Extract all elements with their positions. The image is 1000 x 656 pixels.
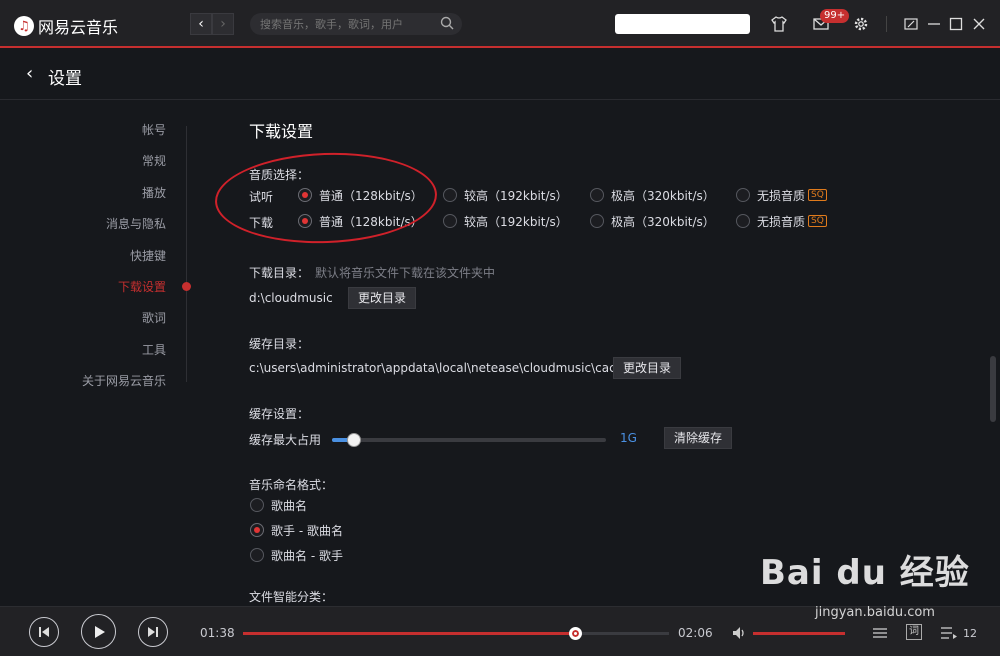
sq-badge: SQ <box>808 189 827 201</box>
settings-sidebar: 帐号 常规 播放 消息与隐私 快捷键 下载设置 歌词 工具 关于网易云音乐 <box>0 100 200 600</box>
cache-dir-value: c:\users\administrator\appdata\local\net… <box>249 361 631 375</box>
download-dir-hint: 默认将音乐文件下载在该文件夹中 <box>315 266 496 280</box>
settings-header: ‹ 设置 <box>0 50 1000 100</box>
active-indicator-dot <box>182 282 191 291</box>
cache-settings-label: 缓存设置： <box>249 407 310 421</box>
naming-radio-song[interactable] <box>250 498 264 512</box>
play-button[interactable] <box>81 614 116 649</box>
sidebar-item-shortcuts[interactable]: 快捷键 <box>130 247 166 264</box>
title-bar: ♫ 网易云音乐 ‹ › 99+ <box>0 0 1000 48</box>
back-arrow-icon[interactable]: ‹ <box>190 13 212 35</box>
page-title: 设置 <box>48 69 82 89</box>
player-bar: 01:38 02:06 词 12 <box>0 606 1000 656</box>
naming-radio-song-artist[interactable] <box>250 548 264 562</box>
quality-label: 音质选择： <box>249 168 310 182</box>
naming-option-label: 歌曲名 - 歌手 <box>271 549 343 563</box>
volume-icon[interactable] <box>731 625 747 641</box>
progress-handle[interactable] <box>569 627 583 640</box>
user-name-redacted[interactable] <box>615 14 750 34</box>
change-download-dir-button[interactable]: 更改目录 <box>348 287 417 309</box>
sidebar-track <box>186 126 187 382</box>
previous-track-button[interactable] <box>29 617 59 647</box>
history-nav: ‹ › <box>190 13 234 35</box>
next-icon <box>148 627 158 637</box>
download-option-label: 较高（192kbit/s） <box>464 215 568 229</box>
play-mode-list-icon[interactable] <box>872 626 888 640</box>
sq-badge: SQ <box>808 215 827 227</box>
sidebar-item-tools[interactable]: 工具 <box>142 341 166 358</box>
sidebar-item-privacy[interactable]: 消息与隐私 <box>106 215 166 232</box>
listen-label: 试听 <box>249 190 274 204</box>
volume-fill <box>753 632 845 635</box>
minimize-icon[interactable] <box>925 15 943 33</box>
previous-icon <box>39 627 49 637</box>
sidebar-item-general[interactable]: 常规 <box>142 152 166 169</box>
download-quality-radio-lossless[interactable] <box>736 214 750 228</box>
naming-radio-artist-song[interactable] <box>250 523 264 537</box>
forward-arrow-icon[interactable]: › <box>212 13 234 35</box>
download-option-label: 极高（320kbit/s） <box>611 215 715 229</box>
close-icon[interactable] <box>970 15 988 33</box>
download-quality-radio-extreme[interactable] <box>590 214 604 228</box>
download-dir-value: d:\cloudmusic <box>249 291 333 305</box>
section-title: 下载设置 <box>249 122 314 141</box>
listen-quality-radio-lossless[interactable] <box>736 188 750 202</box>
playlist-count: 12 <box>963 627 977 640</box>
download-option-label: 无损音质 <box>757 215 806 229</box>
listen-quality-radio-high[interactable] <box>443 188 457 202</box>
cache-max-label: 缓存最大占用 <box>249 433 322 447</box>
search-icon[interactable] <box>440 16 454 30</box>
maximize-icon[interactable] <box>947 15 965 33</box>
play-icon <box>94 625 105 638</box>
message-badge: 99+ <box>820 9 850 23</box>
next-track-button[interactable] <box>138 617 168 647</box>
progress-bar[interactable] <box>243 627 669 640</box>
clear-cache-button[interactable]: 清除缓存 <box>664 427 733 449</box>
sidebar-item-lyrics[interactable]: 歌词 <box>142 309 166 326</box>
cache-slider-handle[interactable] <box>346 433 361 447</box>
back-chevron-icon[interactable]: ‹ <box>26 63 33 84</box>
download-option-label: 普通（128kbit/s） <box>319 215 423 229</box>
playlist-icon[interactable] <box>940 625 958 641</box>
gear-icon[interactable] <box>852 15 870 33</box>
content-scrollbar[interactable] <box>990 356 996 422</box>
listen-quality-radio-standard[interactable] <box>298 188 312 202</box>
download-dir-label: 下载目录： <box>249 266 310 280</box>
sidebar-item-account[interactable]: 帐号 <box>142 121 166 138</box>
sidebar-item-download[interactable]: 下载设置 <box>118 278 166 295</box>
naming-option-label: 歌手 - 歌曲名 <box>271 524 343 538</box>
volume-slider[interactable] <box>753 632 845 635</box>
download-quality-radio-standard[interactable] <box>298 214 312 228</box>
listen-option-label: 普通（128kbit/s） <box>319 189 423 203</box>
listen-quality-radio-extreme[interactable] <box>590 188 604 202</box>
mini-mode-icon[interactable] <box>902 15 920 33</box>
lyrics-button[interactable]: 词 <box>906 624 922 640</box>
skin-shirt-icon[interactable] <box>770 15 788 33</box>
app-logo[interactable]: ♫ 网易云音乐 <box>14 14 118 38</box>
download-label: 下载 <box>249 216 274 230</box>
download-settings-panel: 下载设置 音质选择： 试听 下载 普通（128kbit/s） 较高（192kbi… <box>249 100 989 606</box>
netease-logo-icon: ♫ <box>14 16 34 36</box>
cache-size-value: 1G <box>620 431 637 445</box>
progress-fill <box>243 632 576 635</box>
listen-option-label: 无损音质 <box>757 189 806 203</box>
search-input[interactable] <box>250 13 462 35</box>
current-time: 01:38 <box>200 626 235 640</box>
listen-option-label: 较高（192kbit/s） <box>464 189 568 203</box>
download-quality-radio-high[interactable] <box>443 214 457 228</box>
cache-dir-label: 缓存目录： <box>249 337 310 351</box>
naming-format-label: 音乐命名格式： <box>249 478 334 492</box>
sidebar-item-playback[interactable]: 播放 <box>142 184 166 201</box>
change-cache-dir-button[interactable]: 更改目录 <box>613 357 682 379</box>
sidebar-item-about[interactable]: 关于网易云音乐 <box>82 372 166 389</box>
cache-size-slider[interactable] <box>332 433 606 447</box>
smart-classify-label: 文件智能分类： <box>249 590 334 604</box>
total-time: 02:06 <box>678 626 713 640</box>
app-name: 网易云音乐 <box>38 18 119 37</box>
divider <box>886 16 887 32</box>
naming-option-label: 歌曲名 <box>271 499 308 513</box>
listen-option-label: 极高（320kbit/s） <box>611 189 715 203</box>
